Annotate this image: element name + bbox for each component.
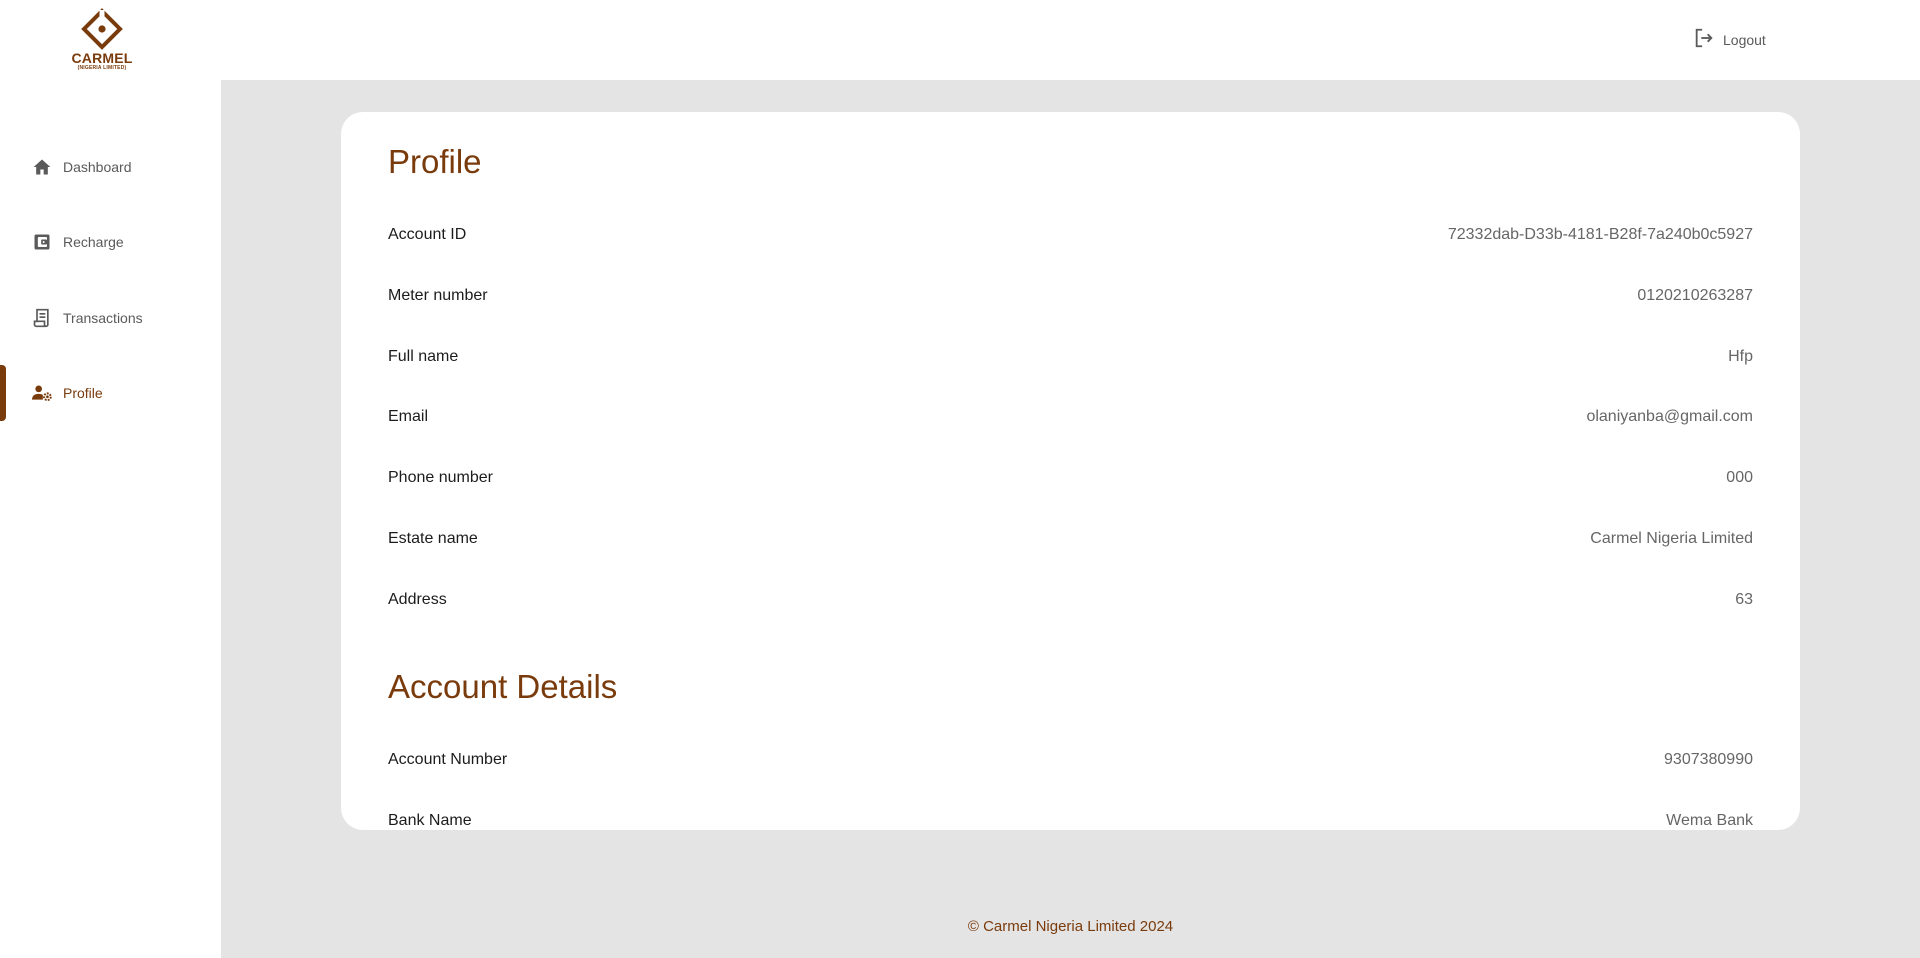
carmel-logo-icon: [81, 8, 123, 50]
profile-row-email: Email olaniyanba@gmail.com: [388, 405, 1753, 429]
profile-title: Profile: [388, 143, 482, 180]
field-label: Bank Name: [388, 812, 472, 829]
wallet-icon: [31, 231, 53, 253]
sidebar-item-dashboard[interactable]: Dashboard: [0, 139, 221, 195]
field-value: Wema Bank: [1666, 812, 1753, 829]
receipt-icon: [31, 307, 53, 329]
main-content: Profile Account ID 72332dab-D33b-4181-B2…: [221, 80, 1920, 958]
sidebar: CARMEL (NIGERIA LIMITED) Dashboard Recha…: [0, 0, 221, 958]
field-label: Email: [388, 408, 429, 425]
profile-row-meter-number: Meter number 0120210263287: [388, 284, 1753, 308]
logout-button[interactable]: Logout: [1693, 28, 1766, 52]
field-label: Address: [388, 591, 447, 608]
top-header: Logout: [221, 0, 1920, 80]
account-details-title: Account Details: [388, 668, 618, 705]
profile-row-estate-name: Estate name Carmel Nigeria Limited: [388, 527, 1753, 551]
sidebar-item-transactions[interactable]: Transactions: [0, 290, 221, 346]
sidebar-item-label: Profile: [63, 385, 103, 401]
footer-copyright: © Carmel Nigeria Limited 2024: [967, 918, 1174, 935]
sidebar-item-label: Dashboard: [63, 159, 132, 175]
profile-row-account-id: Account ID 72332dab-D33b-4181-B28f-7a240…: [388, 223, 1753, 247]
account-row-account-number: Account Number 9307380990: [388, 748, 1753, 772]
user-settings-icon: [31, 382, 53, 404]
profile-card[interactable]: Profile Account ID 72332dab-D33b-4181-B2…: [341, 112, 1800, 830]
field-value: Carmel Nigeria Limited: [1590, 530, 1753, 547]
sidebar-item-recharge[interactable]: Recharge: [0, 214, 221, 270]
profile-row-phone-number: Phone number 000: [388, 466, 1753, 490]
field-value: 000: [1726, 469, 1753, 486]
brand-subtitle: (NIGERIA LIMITED): [77, 65, 127, 71]
field-label: Account ID: [388, 226, 467, 243]
brand-name: CARMEL: [71, 50, 133, 66]
sidebar-item-profile[interactable]: Profile: [0, 365, 221, 421]
field-value: Hfp: [1728, 348, 1753, 365]
field-label: Meter number: [388, 287, 488, 304]
field-label: Phone number: [388, 469, 493, 486]
logout-icon: [1693, 27, 1715, 54]
field-label: Full name: [388, 348, 459, 365]
home-icon: [31, 156, 53, 178]
field-label: Estate name: [388, 530, 478, 547]
sidebar-item-label: Transactions: [63, 310, 143, 326]
field-value: olaniyanba@gmail.com: [1586, 408, 1753, 425]
profile-row-address: Address 63: [388, 588, 1753, 612]
field-value: 9307380990: [1664, 751, 1753, 768]
account-row-bank-name: Bank Name Wema Bank: [388, 809, 1753, 830]
field-label: Account Number: [388, 751, 508, 768]
logout-label: Logout: [1723, 32, 1766, 48]
brand-logo[interactable]: CARMEL (NIGERIA LIMITED): [68, 8, 136, 72]
field-value: 0120210263287: [1637, 287, 1753, 304]
field-value: 72332dab-D33b-4181-B28f-7a240b0c5927: [1447, 226, 1753, 243]
field-value: 63: [1735, 591, 1753, 608]
app-root: CARMEL (NIGERIA LIMITED) Dashboard Recha…: [0, 0, 1920, 958]
profile-row-full-name: Full name Hfp: [388, 345, 1753, 369]
sidebar-item-label: Recharge: [63, 234, 124, 250]
